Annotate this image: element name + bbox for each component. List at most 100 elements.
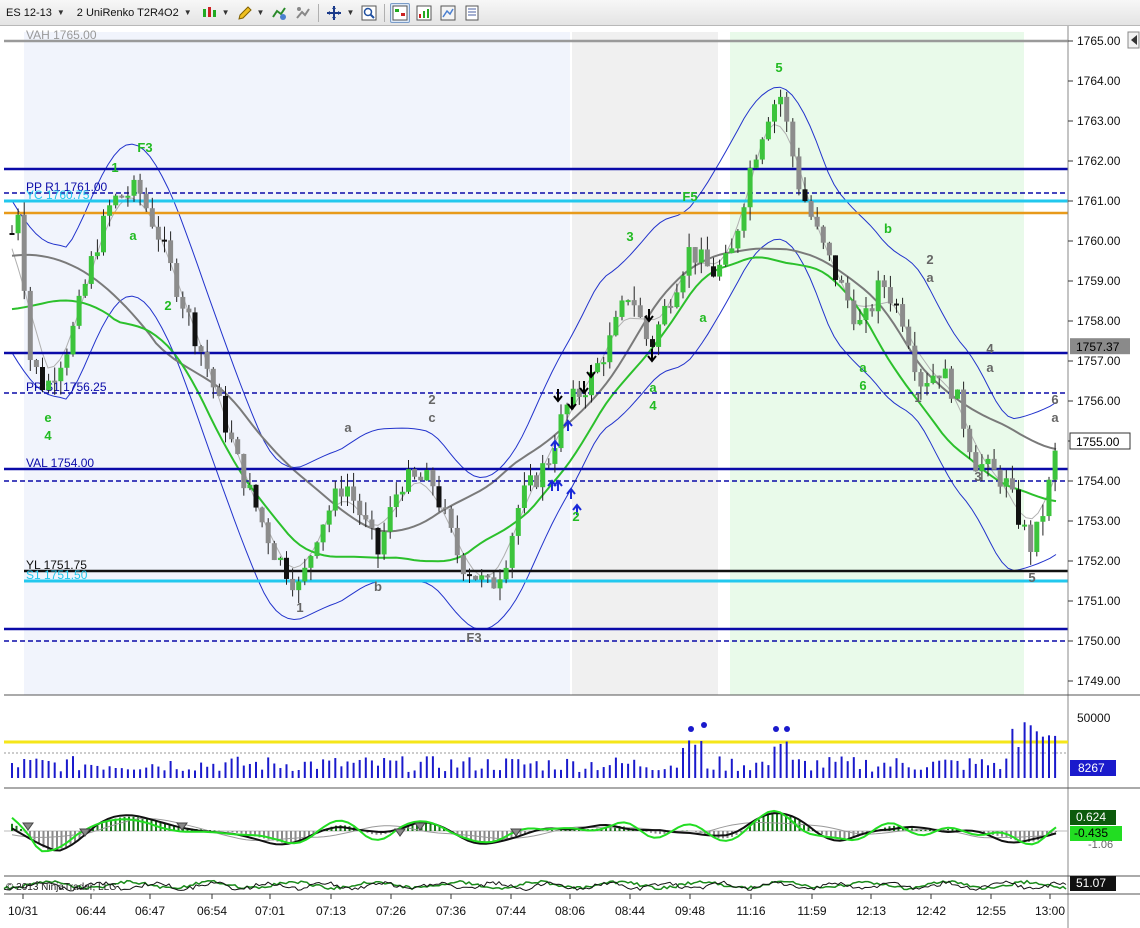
candle-body xyxy=(9,233,15,235)
wave-label: F3 xyxy=(137,140,152,155)
candle-body xyxy=(70,325,76,355)
candle-body xyxy=(76,295,82,326)
price-level-label: VAL 1754.00 xyxy=(26,456,94,470)
last-price-label: 1755.00 xyxy=(1076,435,1120,449)
wave-label: a xyxy=(986,360,994,375)
candle-body xyxy=(406,469,411,492)
candle-body xyxy=(704,249,710,267)
candle-body xyxy=(314,542,320,557)
wave-label: 3 xyxy=(626,229,633,244)
candle-body xyxy=(223,395,228,433)
candle-body xyxy=(924,383,930,387)
candle-body xyxy=(875,280,881,312)
time-axis-label: 11:16 xyxy=(736,904,765,918)
zoom-button[interactable] xyxy=(359,3,379,23)
time-axis-label: 12:13 xyxy=(856,904,886,918)
candle-body xyxy=(765,121,771,140)
draw-tool-button[interactable] xyxy=(235,3,255,23)
chevron-down-icon: ▼ xyxy=(56,8,65,17)
candle-body xyxy=(442,507,448,510)
candle-body xyxy=(1040,516,1046,522)
templates-button[interactable] xyxy=(438,3,458,23)
candle-body xyxy=(820,226,826,243)
wave-label: F5 xyxy=(682,189,697,204)
chevron-down-icon[interactable]: ▼ xyxy=(257,8,265,17)
price-axis-label: 1749.00 xyxy=(1077,674,1121,688)
price-level-label: PP S1 1756.25 xyxy=(26,380,107,394)
candle-body xyxy=(515,507,521,536)
candle-body xyxy=(826,242,832,256)
candle-body xyxy=(485,575,491,578)
wave-label: 4 xyxy=(44,428,52,443)
time-axis-label: 07:26 xyxy=(376,904,406,918)
period-selector[interactable]: 2 UniRenko T2R4O2 ▼ xyxy=(71,2,198,24)
candle-body xyxy=(430,469,436,487)
candle-body xyxy=(692,247,698,263)
wave-label: b xyxy=(884,221,892,236)
candle-body xyxy=(265,522,271,544)
chart-canvas[interactable]: VAH 1765.00PP R1 1761.00YC 1760.75PP S1 … xyxy=(0,26,1140,928)
candle-body xyxy=(686,247,692,276)
candle-body xyxy=(137,179,143,194)
price-axis-label: 1758.00 xyxy=(1077,314,1121,328)
rsi-value-label: 51.07 xyxy=(1076,876,1106,890)
chevron-down-icon[interactable]: ▼ xyxy=(222,8,230,17)
time-axis-label: 12:42 xyxy=(916,904,946,918)
instrument-selector[interactable]: ES 12-13 ▼ xyxy=(0,2,71,24)
crosshair-button[interactable] xyxy=(324,3,344,23)
candle-body xyxy=(94,252,100,257)
volume-spike-dot xyxy=(688,726,694,732)
session-shade-morning xyxy=(24,32,570,695)
toolbar-separator xyxy=(384,3,386,22)
wave-label: a xyxy=(699,310,707,325)
candle-body xyxy=(241,453,247,489)
price-level-label: S1 1751.50 xyxy=(26,568,88,582)
candle-body xyxy=(107,205,113,216)
candle-body xyxy=(619,300,625,317)
chart-window: ES 12-13 ▼ 2 UniRenko T2R4O2 ▼ ▼ ▼ ▼ VAH… xyxy=(0,0,1140,928)
candle-body xyxy=(381,531,387,555)
candle-body xyxy=(595,363,601,373)
volume-spike-dot xyxy=(773,726,779,732)
bar-type-button[interactable] xyxy=(200,3,220,23)
candle-body xyxy=(784,96,790,122)
strategies-button[interactable] xyxy=(293,3,313,23)
candle-body xyxy=(985,458,991,465)
wave-label: 6 xyxy=(1051,392,1058,407)
time-axis-label: 06:44 xyxy=(76,904,106,918)
chart-trader-button[interactable] xyxy=(414,3,434,23)
candle-body xyxy=(894,303,899,306)
wave-label: 6 xyxy=(859,378,866,393)
chart-trader-icon xyxy=(416,5,432,20)
candle-body xyxy=(955,389,960,399)
candle-body xyxy=(198,346,204,353)
candle-body xyxy=(229,432,235,440)
candle-body xyxy=(277,557,283,561)
candle-body xyxy=(698,249,704,263)
pencil-draw-icon xyxy=(237,5,252,20)
candle-body xyxy=(668,305,674,308)
price-axis-label: 1757.00 xyxy=(1077,354,1121,368)
chevron-down-icon[interactable]: ▼ xyxy=(346,8,354,17)
toolbar-separator xyxy=(318,3,320,22)
indicators-button[interactable] xyxy=(269,3,289,23)
candle-body xyxy=(912,345,918,373)
candle-body xyxy=(284,557,289,579)
price-axis-label: 1760.00 xyxy=(1077,234,1121,248)
data-box-button[interactable] xyxy=(390,2,411,23)
wave-label: 5 xyxy=(775,60,782,75)
chevron-down-icon: ▼ xyxy=(183,8,192,17)
price-axis-label: 1765.00 xyxy=(1077,34,1121,48)
candle-body xyxy=(387,507,393,532)
candle-body xyxy=(399,491,405,495)
wave-label: 4 xyxy=(649,398,657,413)
volume-value-label: 8267 xyxy=(1078,761,1105,775)
candle-body xyxy=(961,389,967,429)
candle-body xyxy=(869,308,875,312)
candle-body xyxy=(296,581,302,591)
candle-body xyxy=(363,515,369,520)
candle-body xyxy=(887,287,893,304)
properties-button[interactable] xyxy=(462,3,482,23)
time-axis-label: 08:44 xyxy=(615,904,645,918)
data-box-icon xyxy=(392,5,408,20)
